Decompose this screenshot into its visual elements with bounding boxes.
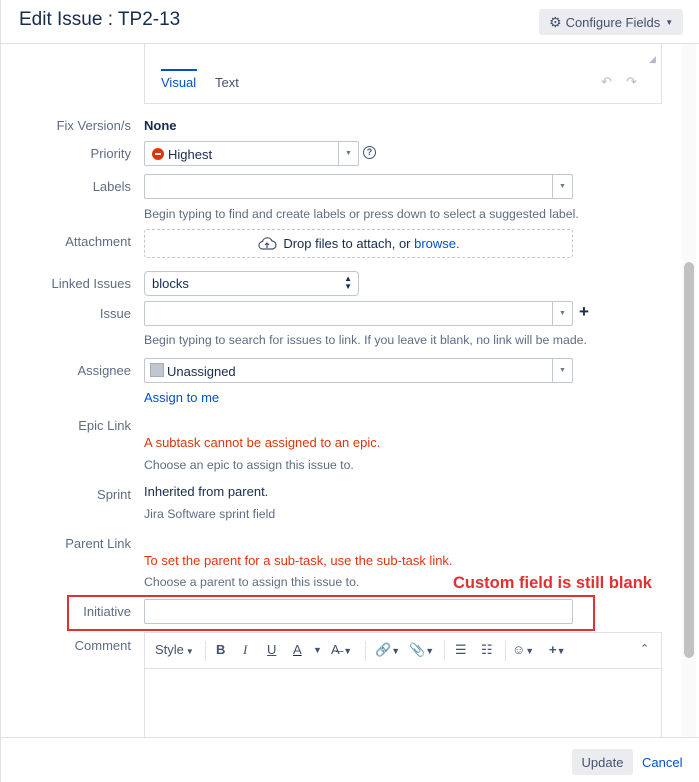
linked-issues-label: Linked Issues: [51, 276, 132, 291]
assignee-label: Assignee: [77, 363, 131, 378]
configure-fields-label: Configure Fields: [565, 14, 661, 30]
resize-handle-icon[interactable]: ◢: [649, 54, 656, 65]
scrollbar-thumb[interactable]: [684, 262, 694, 658]
sprint-help: Jira Software sprint field: [144, 507, 276, 521]
select-arrows-icon: ▲ ▼: [344, 274, 352, 291]
dialog-footer: Update Cancel: [1, 737, 699, 782]
priority-highest-icon: [152, 148, 164, 160]
parent-link-error: To set the parent for a sub-task, use th…: [144, 553, 453, 568]
labels-help: Begin typing to find and create labels o…: [144, 207, 579, 221]
style-dropdown[interactable]: Style ▼: [155, 642, 194, 657]
attachment-drop-text: Drop files to attach, or: [283, 236, 415, 251]
sprint-value: Inherited from parent.: [144, 484, 269, 499]
attachment-label: Attachment: [65, 234, 131, 249]
sprint-label: Sprint: [97, 487, 131, 502]
issue-input[interactable]: ▼: [144, 301, 573, 326]
chevron-down-icon[interactable]: ▼: [313, 645, 322, 655]
tab-visual[interactable]: Visual: [161, 75, 196, 90]
dialog-title: Edit Issue : TP2-13: [19, 9, 181, 30]
add-issue-link-icon[interactable]: +: [579, 302, 589, 322]
tab-visual-underline: [161, 69, 197, 71]
help-icon[interactable]: ?: [363, 146, 376, 159]
parent-link-help: Choose a parent to assign this issue to.: [144, 575, 360, 589]
chevron-down-icon[interactable]: ▼: [338, 142, 358, 165]
chevron-down-icon[interactable]: ▼: [552, 302, 572, 325]
annotation-text: Custom field is still blank: [453, 574, 652, 592]
comment-label: Comment: [74, 638, 131, 653]
edit-issue-dialog: ◢ Visual Text ↶ ↷ Fix Version/s None Pri…: [0, 0, 699, 782]
collapse-toolbar-icon[interactable]: ⌃: [640, 642, 649, 655]
comment-toolbar: Style ▼ B I U A ▼ A̶ ▼ 🔗▼ 📎▼ ☰ ☷ ☺▼ +▼ ⌃: [145, 633, 661, 669]
bullet-list-icon[interactable]: ☰: [455, 642, 467, 658]
bold-button[interactable]: B: [216, 642, 225, 657]
epic-link-error: A subtask cannot be assigned to an epic.: [144, 435, 381, 450]
numbered-list-icon[interactable]: ☷: [481, 642, 493, 658]
attachment-dropzone[interactable]: Drop files to attach, or browse.: [144, 229, 573, 258]
link-type-select[interactable]: blocks ▲ ▼: [144, 271, 359, 296]
cloud-upload-icon: [258, 236, 277, 250]
priority-select[interactable]: Highest ▼: [144, 141, 359, 166]
redo-icon[interactable]: ↷: [626, 74, 637, 90]
comment-editor[interactable]: Style ▼ B I U A ▼ A̶ ▼ 🔗▼ 📎▼ ☰ ☷ ☺▼ +▼ ⌃: [144, 632, 662, 742]
labels-input[interactable]: ▼: [144, 174, 573, 199]
priority-label: Priority: [90, 146, 131, 161]
italic-button[interactable]: I: [243, 642, 247, 658]
attachment-icon[interactable]: 📎▼: [409, 642, 434, 658]
avatar: [150, 363, 164, 377]
labels-label: Labels: [92, 179, 131, 194]
underline-button[interactable]: U: [267, 642, 276, 657]
fix-version-value: None: [144, 118, 177, 133]
initiative-input[interactable]: [144, 599, 573, 624]
assignee-value: Unassigned: [167, 364, 236, 379]
cancel-link[interactable]: Cancel: [642, 755, 682, 770]
fix-version-label: Fix Version/s: [56, 118, 131, 133]
chevron-down-icon: ▼: [665, 17, 674, 27]
chevron-down-icon[interactable]: ▼: [552, 175, 572, 198]
undo-icon[interactable]: ↶: [601, 74, 612, 90]
description-editor[interactable]: [144, 44, 662, 104]
tab-text[interactable]: Text: [215, 75, 239, 90]
configure-fields-button[interactable]: ⚙ Configure Fields ▼: [539, 9, 683, 35]
initiative-label: Initiative: [83, 604, 131, 619]
link-icon[interactable]: 🔗▼: [375, 642, 400, 658]
emoji-icon[interactable]: ☺▼: [512, 642, 534, 657]
text-color-button[interactable]: A: [293, 642, 302, 657]
issue-label: Issue: [99, 306, 131, 321]
insert-more-icon[interactable]: +▼: [549, 642, 566, 657]
assignee-select[interactable]: Unassigned ▼: [144, 358, 573, 383]
priority-value: Highest: [168, 147, 213, 162]
issue-help: Begin typing to search for issues to lin…: [144, 333, 587, 347]
link-type-value: blocks: [152, 276, 189, 291]
update-button[interactable]: Update: [572, 749, 633, 775]
gear-icon: ⚙: [549, 13, 562, 30]
chevron-down-icon[interactable]: ▼: [552, 359, 572, 382]
dialog-header: Edit Issue : TP2-13 ⚙ Configure Fields ▼: [1, 0, 699, 44]
epic-link-label: Epic Link: [78, 418, 131, 433]
epic-link-help: Choose an epic to assign this issue to.: [144, 458, 354, 472]
assign-to-me-link[interactable]: Assign to me: [144, 390, 219, 405]
parent-link-label: Parent Link: [65, 536, 131, 551]
more-formatting-icon[interactable]: A̶ ▼: [331, 642, 352, 657]
browse-link[interactable]: browse.: [414, 236, 460, 251]
